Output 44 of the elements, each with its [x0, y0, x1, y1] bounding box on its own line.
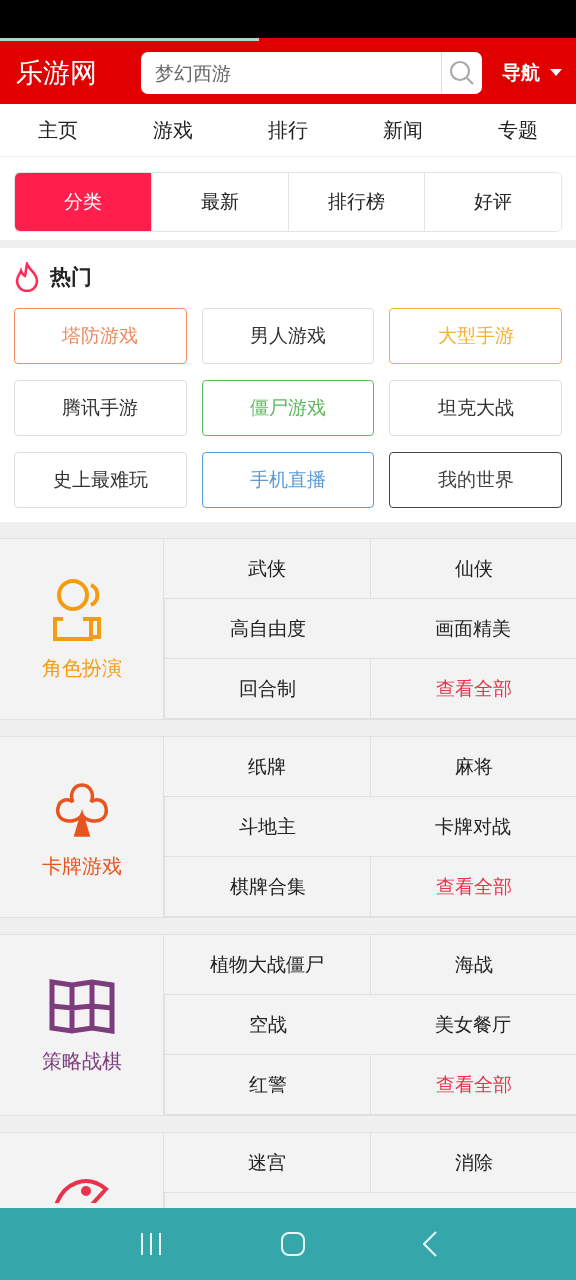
genre-link[interactable]: 武侠 [164, 539, 370, 599]
nav-link[interactable]: 主页 [0, 104, 116, 156]
search-icon [449, 59, 475, 86]
genre-link[interactable]: 红警 [164, 1055, 370, 1115]
caret-icon [550, 69, 562, 76]
view-all-link[interactable]: 查看全部 [370, 857, 576, 917]
view-all-link[interactable]: 查看全部 [370, 659, 576, 719]
category-name[interactable]: 策略战棋 [41, 1047, 122, 1075]
back-icon[interactable] [423, 1231, 437, 1257]
genre-link[interactable]: 仙侠 [370, 539, 576, 599]
view-all-link[interactable]: 查看全部 [370, 1055, 576, 1115]
genre-link[interactable]: 迷宫 [164, 1133, 370, 1193]
search-box[interactable]: 梦幻西游 [141, 51, 482, 94]
nav-menu-button[interactable]: 导航 [502, 59, 562, 86]
flame-icon [14, 262, 40, 292]
nav-link[interactable]: 新闻 [345, 104, 461, 156]
genre-link[interactable]: 斗地主 [164, 797, 370, 857]
genre-link[interactable]: 画面精美 [370, 599, 576, 659]
genre-link[interactable]: 回合制 [164, 659, 370, 719]
hot-tag[interactable]: 腾讯手游 [14, 380, 187, 436]
hot-tag[interactable]: 我的世界 [389, 452, 562, 508]
category-tab[interactable]: 分类 [15, 173, 151, 231]
hot-tag[interactable]: 男人游戏 [201, 308, 375, 364]
genre-link[interactable]: 纸牌 [164, 737, 370, 797]
hot-tag[interactable]: 坦克大战 [389, 380, 562, 436]
recent-apps-icon[interactable] [139, 1232, 163, 1256]
genre-link[interactable]: 消除 [370, 1133, 576, 1193]
nav-link[interactable]: 排行 [230, 104, 346, 156]
category-tab[interactable]: 好评 [424, 173, 561, 231]
genre-link[interactable]: 卡牌对战 [370, 797, 576, 857]
genre-link[interactable]: 海战 [370, 935, 576, 995]
genre-link[interactable]: 棋牌合集 [164, 857, 370, 917]
site-logo[interactable]: 乐游网 [16, 54, 97, 91]
genre-link[interactable]: 空战 [164, 995, 370, 1055]
home-icon[interactable] [281, 1232, 305, 1256]
nav-link[interactable]: 游戏 [115, 104, 231, 156]
genre-link[interactable]: 美女餐厅 [370, 995, 576, 1055]
section-title: 热门 [50, 264, 92, 291]
genre-link[interactable]: 植物大战僵尸 [164, 935, 370, 995]
hot-tag[interactable]: 史上最难玩 [14, 452, 187, 508]
genre-link[interactable]: 高自由度 [164, 599, 370, 659]
nav-link[interactable]: 专题 [460, 104, 576, 156]
search-field[interactable]: 梦幻西游 [141, 61, 441, 84]
genre-link[interactable]: 麻将 [370, 737, 576, 797]
